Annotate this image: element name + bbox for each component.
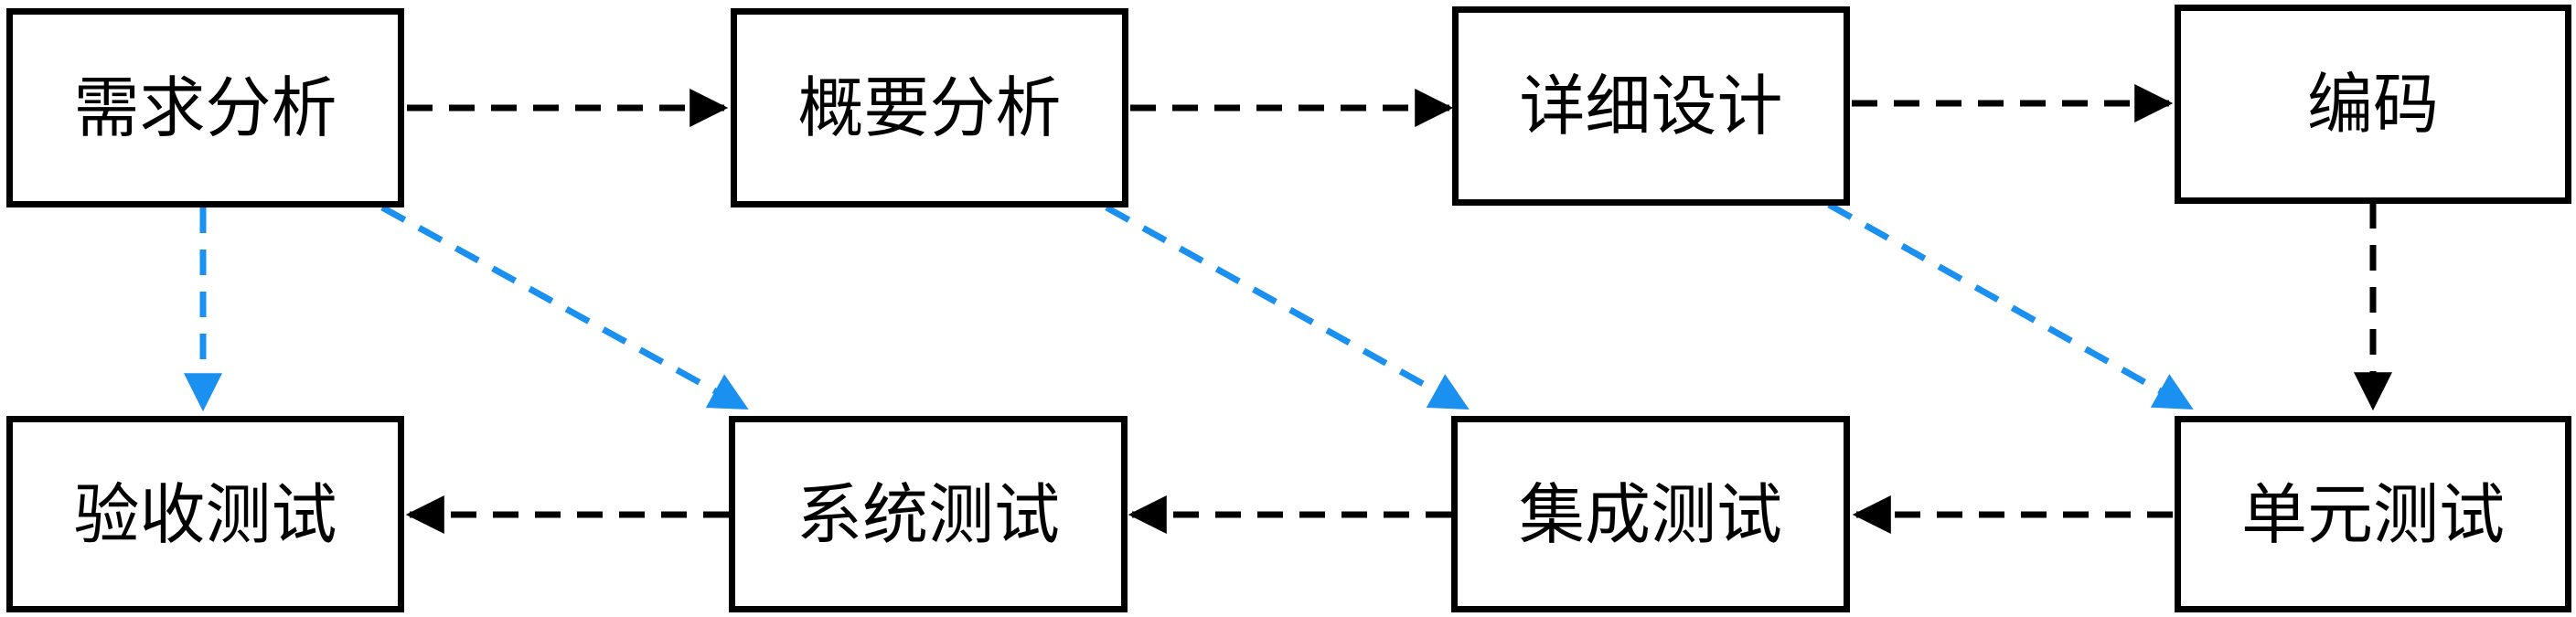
node-label: 单元测试: [2240, 475, 2505, 553]
edge-detailed-to-unit: [1827, 201, 2194, 411]
node-unit-test: 单元测试: [2175, 416, 2571, 612]
node-requirements-analysis: 需求分析: [6, 8, 404, 207]
node-label: 详细设计: [1519, 68, 1783, 144]
node-label: 系统测试: [796, 475, 1060, 553]
node-acceptance-test: 验收测试: [6, 416, 404, 612]
node-label: 需求分析: [73, 69, 337, 146]
node-integration-test: 集成测试: [1451, 416, 1850, 612]
node-label: 概要分析: [797, 69, 1062, 146]
node-label: 编码: [2306, 66, 2439, 143]
node-detailed-design: 详细设计: [1452, 6, 1850, 206]
node-outline-design: 概要分析: [731, 8, 1128, 207]
edge-requirements-to-system: [380, 204, 749, 411]
edge-outline-to-integration: [1105, 204, 1470, 411]
node-label: 验收测试: [73, 475, 337, 553]
v-model-diagram: 需求分析 概要分析 详细设计 编码 验收测试 系统测试 集成测试 单元测试: [0, 0, 2576, 617]
node-label: 集成测试: [1518, 475, 1782, 553]
node-coding: 编码: [2175, 5, 2571, 204]
node-system-test: 系统测试: [729, 416, 1128, 612]
